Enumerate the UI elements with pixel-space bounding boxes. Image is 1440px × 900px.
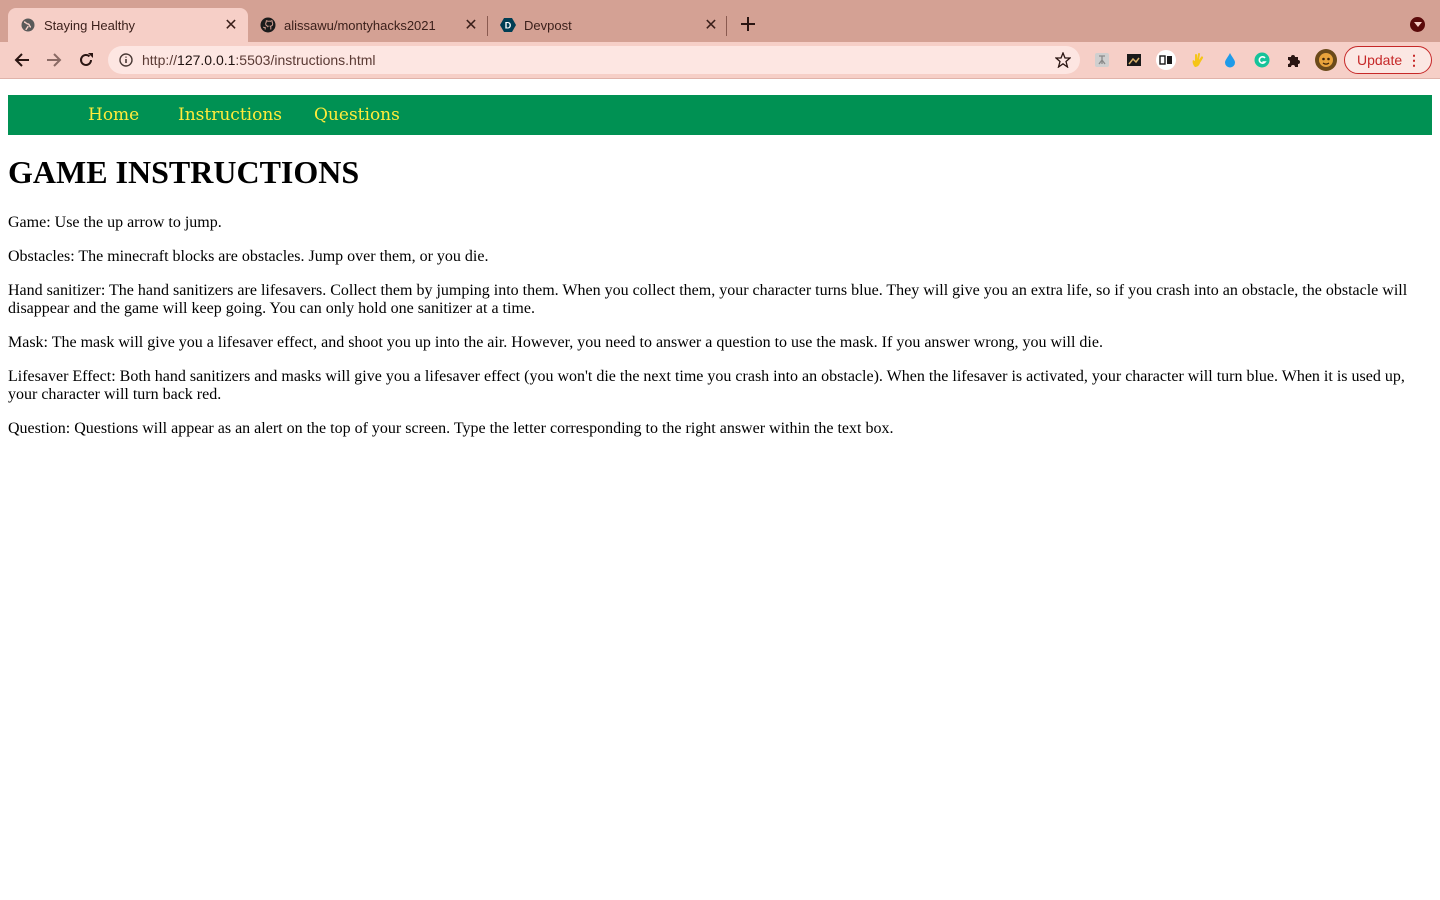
grammarly-icon[interactable] [1252,50,1272,70]
reload-button[interactable] [74,48,98,72]
url-text[interactable]: http://127.0.0.1:5503/instructions.html [142,52,376,68]
chevron-down-icon [1413,21,1422,27]
extension-icon[interactable] [1124,50,1144,70]
nav-link-instructions[interactable]: Instructions [178,105,282,125]
nav-link-questions[interactable]: Questions [314,105,400,125]
close-tab-icon[interactable]: ✕ [462,16,480,34]
devpost-icon: D [500,17,516,33]
instruction-obstacles: Obstacles: The minecraft blocks are obst… [8,248,489,265]
close-tab-icon[interactable]: ✕ [702,16,720,34]
url-path: :5503/instructions.html [235,52,376,68]
back-button[interactable] [10,48,34,72]
plus-icon [741,17,755,31]
tab-staying-healthy[interactable]: Staying Healthy ✕ [8,8,248,42]
hand-icon[interactable] [1188,50,1208,70]
back-arrow-icon [14,53,29,67]
puzzle-icon[interactable] [1284,50,1304,70]
instruction-game: Game: Use the up arrow to jump. [8,214,222,231]
tab-github[interactable]: alissawu/montyhacks2021 ✕ [248,8,488,42]
update-button[interactable]: Update ⋮ [1344,46,1432,74]
droplet-icon[interactable] [1220,50,1240,70]
tab-title: Devpost [524,17,572,33]
new-tab-button[interactable] [738,14,758,34]
update-label: Update [1357,52,1403,68]
bookmark-star-icon[interactable] [1054,51,1072,69]
tab-search-button[interactable] [1410,17,1425,32]
forward-button[interactable] [42,48,66,72]
url-prefix: http:// [142,52,178,68]
info-icon[interactable] [118,52,134,68]
tab-title: Staying Healthy [44,17,136,33]
instruction-mask: Mask: The mask will give you a lifesaver… [8,334,1103,351]
instruction-hand-sanitizer: Hand sanitizer: The hand sanitizers are … [8,282,1408,317]
tab-title: alissawu/montyhacks2021 [284,17,436,33]
more-menu-icon[interactable]: ⋮ [1407,53,1421,67]
page-title: GAME INSTRUCTIONS [8,154,360,190]
close-tab-icon[interactable]: ✕ [222,16,240,34]
tab-separator [726,16,727,36]
forward-arrow-icon [47,53,62,67]
tab-devpost[interactable]: D Devpost ✕ [488,8,728,42]
instruction-question: Question: Questions will appear as an al… [8,420,894,437]
browser-toolbar: http://127.0.0.1:5503/instructions.html … [0,42,1440,79]
reload-icon [80,53,93,66]
instruction-lifesaver-effect: Lifesaver Effect: Both hand sanitizers a… [8,368,1405,403]
instructions-content: Game: Use the up arrow to jump. Obstacle… [8,214,1418,454]
extension-icon[interactable] [1156,50,1176,70]
nav-link-home[interactable]: Home [88,105,139,125]
site-navbar: Home Instructions Questions [8,95,1432,135]
globe-icon [20,17,36,33]
avatar[interactable] [1314,48,1338,72]
url-host: 127.0.0.1 [177,52,236,68]
devpost-icon-letter: D [505,21,512,31]
address-bar[interactable]: http://127.0.0.1:5503/instructions.html [108,46,1080,74]
tab-strip: Staying Healthy ✕ alissawu/montyhacks202… [0,0,1440,42]
extension-icon[interactable] [1092,50,1112,70]
github-icon [260,17,276,33]
